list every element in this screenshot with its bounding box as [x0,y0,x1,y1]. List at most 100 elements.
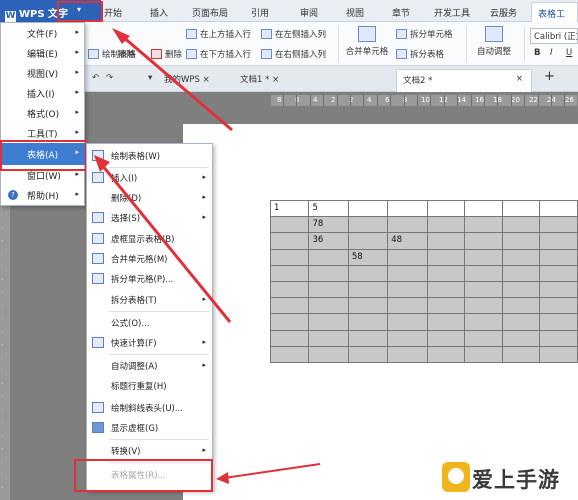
close-icon[interactable]: × [516,74,523,84]
table-cell[interactable] [269,216,310,234]
table-cell[interactable] [347,329,389,347]
table-cell[interactable] [426,313,466,331]
bold-button[interactable]: B [534,48,540,58]
insert-col-left-button[interactable]: 在左侧插入列 [261,28,326,40]
table-cell[interactable] [387,297,428,315]
table-cell[interactable]: 1 [269,199,310,218]
document-table[interactable]: 1 5 78 36 48 58 [269,199,578,363]
table-cell[interactable] [308,329,349,347]
close-icon[interactable]: × [203,75,210,85]
tab-insert[interactable]: 插入 [150,6,168,19]
table-cell[interactable] [347,232,389,250]
table-cell[interactable]: 58 [347,248,389,266]
submenu-select[interactable]: 选择(S) ▸ [87,208,213,228]
tab-table-tools[interactable]: 表格工具 [531,2,578,33]
table-cell[interactable] [464,280,503,299]
table-cell[interactable] [539,216,578,234]
submenu-show-gridlines[interactable]: 显示虚框(G) [87,418,213,438]
table-cell[interactable] [501,313,541,331]
menu-item-insert[interactable]: 插入(I) ▸ [1,83,85,103]
tab-cloud[interactable]: 云服务 [490,6,517,19]
table-cell[interactable] [347,199,389,218]
table-cell[interactable] [501,248,541,266]
table-cell[interactable] [347,280,389,299]
tab-view[interactable]: 视图 [346,6,364,19]
tab-my-wps[interactable]: 我的WPS × [164,73,210,85]
table-cell[interactable] [269,264,310,282]
submenu-merge-cells[interactable]: 合并单元格(M) [87,249,213,269]
tab-page-layout[interactable]: 页面布局 [192,6,228,19]
table-cell[interactable] [269,232,310,250]
tab-doc2[interactable]: 文档2 * × [396,69,532,92]
table-cell[interactable] [308,280,349,299]
table-cell[interactable] [387,248,428,266]
table-cell[interactable] [501,264,541,282]
table-cell[interactable] [539,329,578,347]
table-cell[interactable] [308,313,349,331]
close-icon[interactable]: × [272,75,279,85]
split-table-button[interactable]: 拆分表格 [396,48,444,60]
table-cell[interactable] [269,329,310,347]
table-cell[interactable] [539,313,578,331]
table-cell[interactable] [501,280,541,299]
menu-item-format[interactable]: 格式(O) ▸ [1,103,85,123]
table-cell[interactable] [464,297,503,315]
menu-item-help[interactable]: ? 帮助(H) ▸ [1,185,85,205]
italic-button[interactable]: I [550,48,553,58]
new-tab-button[interactable]: + [544,69,555,84]
table-cell[interactable] [426,248,466,266]
table-cell[interactable] [426,297,466,315]
chevron-down-icon[interactable]: ▾ [148,73,152,83]
table-cell[interactable]: 36 [308,232,349,250]
table-cell[interactable] [347,216,389,234]
tab-home[interactable]: 开始 [104,6,122,19]
table-cell[interactable] [269,297,310,315]
submenu-quick-calc[interactable]: 快速计算(F) ▸ [87,333,213,353]
table-cell[interactable] [539,345,578,363]
tab-doc1[interactable]: 文档1 * × [240,73,279,85]
table-cell[interactable] [539,297,578,315]
submenu-split-cells[interactable]: 拆分单元格(P)... [87,269,213,289]
submenu-dashed-borders[interactable]: 虚框显示表格(B) [87,229,213,249]
submenu-delete[interactable]: 删除(D) ▸ [87,188,213,208]
table-cell[interactable] [308,345,349,363]
table-cell[interactable] [464,345,503,363]
table-cell[interactable] [308,248,349,266]
merge-cells-button[interactable]: 合并单元格 [344,26,390,57]
submenu-formula[interactable]: 公式(O)... [87,313,213,333]
table-cell[interactable] [426,199,466,218]
submenu-repeat-header[interactable]: 标题行重复(H) [87,376,213,396]
auto-adjust-button[interactable]: 自动调整 [472,26,516,57]
table-cell[interactable] [426,329,466,347]
table-cell[interactable] [387,216,428,234]
table-cell[interactable] [501,232,541,250]
submenu-auto-adjust[interactable]: 自动调整(A) ▸ [87,356,213,376]
tab-developer[interactable]: 开发工具 [434,6,470,19]
table-cell[interactable] [539,199,578,218]
erase-button[interactable]: 擦除 [118,48,135,60]
table-cell[interactable] [426,345,466,363]
table-cell[interactable] [501,329,541,347]
submenu-split-table[interactable]: 拆分表格(T) ▸ [87,290,213,310]
table-cell[interactable] [269,280,310,299]
table-cell[interactable] [426,264,466,282]
insert-col-right-button[interactable]: 在右侧插入列 [261,48,326,60]
underline-button[interactable]: U [566,48,572,58]
submenu-draw-table[interactable]: 绘制表格(W) [87,146,213,166]
table-cell[interactable] [269,313,310,331]
table-cell[interactable] [539,280,578,299]
menu-item-edit[interactable]: 编辑(E) ▸ [1,43,85,63]
table-cell[interactable] [464,216,503,234]
table-cell[interactable] [464,199,503,218]
submenu-convert[interactable]: 转换(V) ▸ [87,441,213,461]
redo-button[interactable]: ↷ [106,73,113,83]
table-cell[interactable] [426,216,466,234]
table-cell[interactable] [464,329,503,347]
delete-button[interactable]: 删除 [151,48,182,60]
table-cell[interactable] [308,264,349,282]
table-cell[interactable] [464,264,503,282]
table-cell[interactable] [387,313,428,331]
table-cell[interactable] [426,280,466,299]
table-cell[interactable] [501,216,541,234]
table-cell[interactable] [539,248,578,266]
